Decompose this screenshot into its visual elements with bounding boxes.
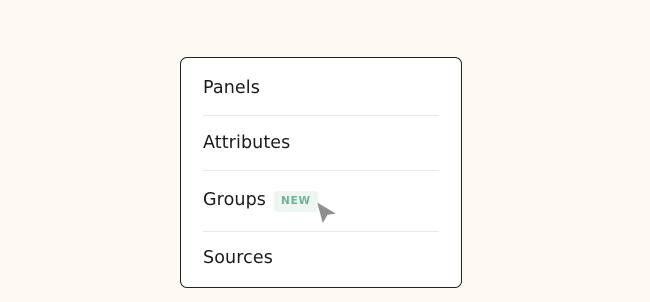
page: Panels Attributes Groups NEW Sources — [0, 0, 650, 302]
menu-item-label: Attributes — [203, 133, 291, 154]
menu-item-sources[interactable]: Sources — [203, 248, 439, 270]
menu-item-attributes[interactable]: Attributes — [203, 133, 439, 155]
menu-divider — [203, 231, 439, 232]
menu-divider — [203, 115, 439, 116]
menu-divider — [203, 170, 439, 171]
cursor-arrow-icon — [315, 200, 339, 226]
new-badge: NEW — [274, 190, 318, 212]
menu-item-panels[interactable]: Panels — [203, 78, 439, 100]
dropdown-menu: Panels Attributes Groups NEW Sources — [180, 57, 462, 288]
menu-item-label: Panels — [203, 78, 260, 99]
menu-item-label: Sources — [203, 248, 273, 269]
menu-item-label: Groups — [203, 190, 266, 211]
